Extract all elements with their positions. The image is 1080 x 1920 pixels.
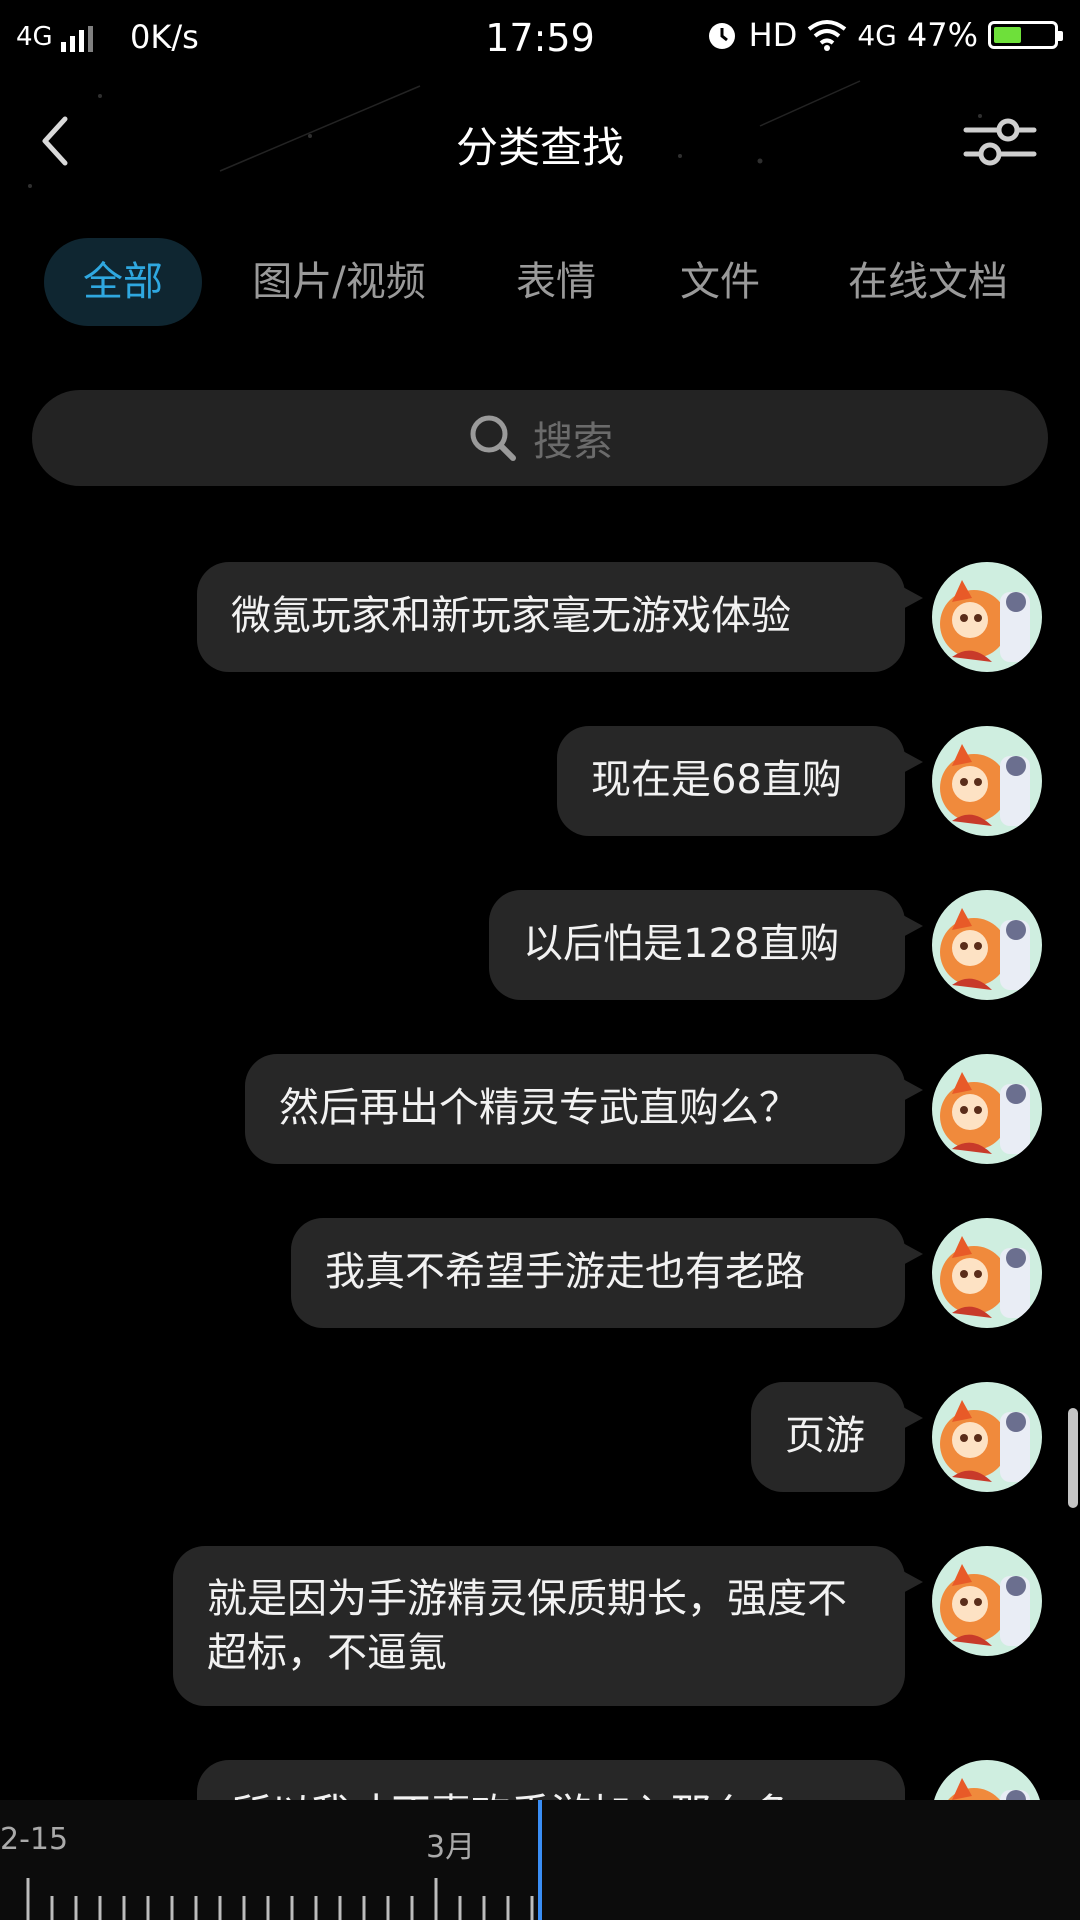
tab-files[interactable]: 文件 [660,238,780,326]
message-bubble[interactable]: 然后再出个精灵专武直购么？ [245,1054,923,1164]
battery-fill [994,27,1022,43]
avatar[interactable] [932,1382,1042,1492]
message-bubble[interactable]: 现在是68直购 [557,726,923,836]
timeline-cursor[interactable] [538,1800,542,1920]
avatar-image [932,1054,1042,1164]
message-bubble[interactable]: 就是因为手游精灵保质期长，强度不超标，不逼氪 [173,1546,923,1706]
tab-online-docs[interactable]: 在线文档 [828,238,1028,326]
message-bubble[interactable]: 以后怕是128直购 [489,890,923,1000]
avatar-image [932,726,1042,836]
battery-icon [988,21,1063,49]
tab-stickers[interactable]: 表情 [496,238,616,326]
message-bubble[interactable]: 我真不希望手游走也有老路 [291,1218,923,1328]
avatar[interactable] [932,1546,1042,1656]
avatar-image [932,1218,1042,1328]
message-item[interactable]: 所以我才不喜欢手游加入那么多 [0,1760,1080,1800]
avatar[interactable] [932,562,1042,672]
header: 分类查找 [0,76,1080,206]
network-type-2: 4G [857,18,897,52]
page-title: 分类查找 [455,123,624,172]
category-tabs: 全部 图片/视频 表情 文件 在线文档 [0,238,1080,328]
date-timeline[interactable]: 2-15 3月 [0,1800,1080,1920]
filter-button[interactable] [960,106,1040,176]
message-bubble[interactable]: 微氪玩家和新玩家毫无游戏体验 [197,562,923,672]
tab-images-videos[interactable]: 图片/视频 [232,238,446,326]
message-item[interactable]: 现在是68直购 [0,726,1080,836]
message-bubble[interactable]: 页游 [751,1382,923,1492]
sliders-icon [963,118,1037,166]
message-item[interactable]: 就是因为手游精灵保质期长，强度不超标，不逼氪 [0,1546,1080,1706]
avatar-image [932,562,1042,672]
message-item[interactable]: 页游 [0,1382,1080,1492]
message-item[interactable]: 然后再出个精灵专武直购么？ [0,1054,1080,1164]
avatar[interactable] [932,1218,1042,1328]
tab-all[interactable]: 全部 [44,238,202,326]
message-bubble[interactable]: 所以我才不喜欢手游加入那么多 [197,1760,905,1800]
message-item[interactable]: 以后怕是128直购 [0,890,1080,1000]
hd-indicator: HD [748,16,798,54]
search-placeholder: 搜索 [533,419,613,465]
avatar-image [932,1382,1042,1492]
search-icon [470,415,516,461]
status-bar: 4G 0K/s 17:59 HD 4G 47% [0,0,1080,76]
avatar[interactable] [932,1760,1042,1800]
avatar-image [932,1760,1042,1800]
wifi-icon [808,20,847,51]
avatar[interactable] [932,1054,1042,1164]
avatar[interactable] [932,726,1042,836]
status-icons: HD 4G 47% [705,16,1063,54]
timeline-label-date: 2-15 [0,1822,69,1857]
scrollbar-thumb[interactable] [1068,1408,1078,1508]
message-item[interactable]: 微氪玩家和新玩家毫无游戏体验 [0,562,1080,672]
avatar-image [932,890,1042,1000]
chat-search-screen: { "status_bar": { "network": "4G", "spee… [0,0,1080,1920]
avatar-image [932,1546,1042,1656]
message-item[interactable]: 我真不希望手游走也有老路 [0,1218,1080,1328]
alarm-icon [708,23,735,49]
timeline-label-month: 3月 [426,1830,476,1865]
search-input[interactable]: 搜索 [32,390,1048,486]
battery-percent: 47% [906,16,978,54]
message-list[interactable]: 微氪玩家和新玩家毫无游戏体验 现在是68直购 以后怕是128直购 然后再出个精灵… [0,540,1080,1800]
avatar[interactable] [932,890,1042,1000]
